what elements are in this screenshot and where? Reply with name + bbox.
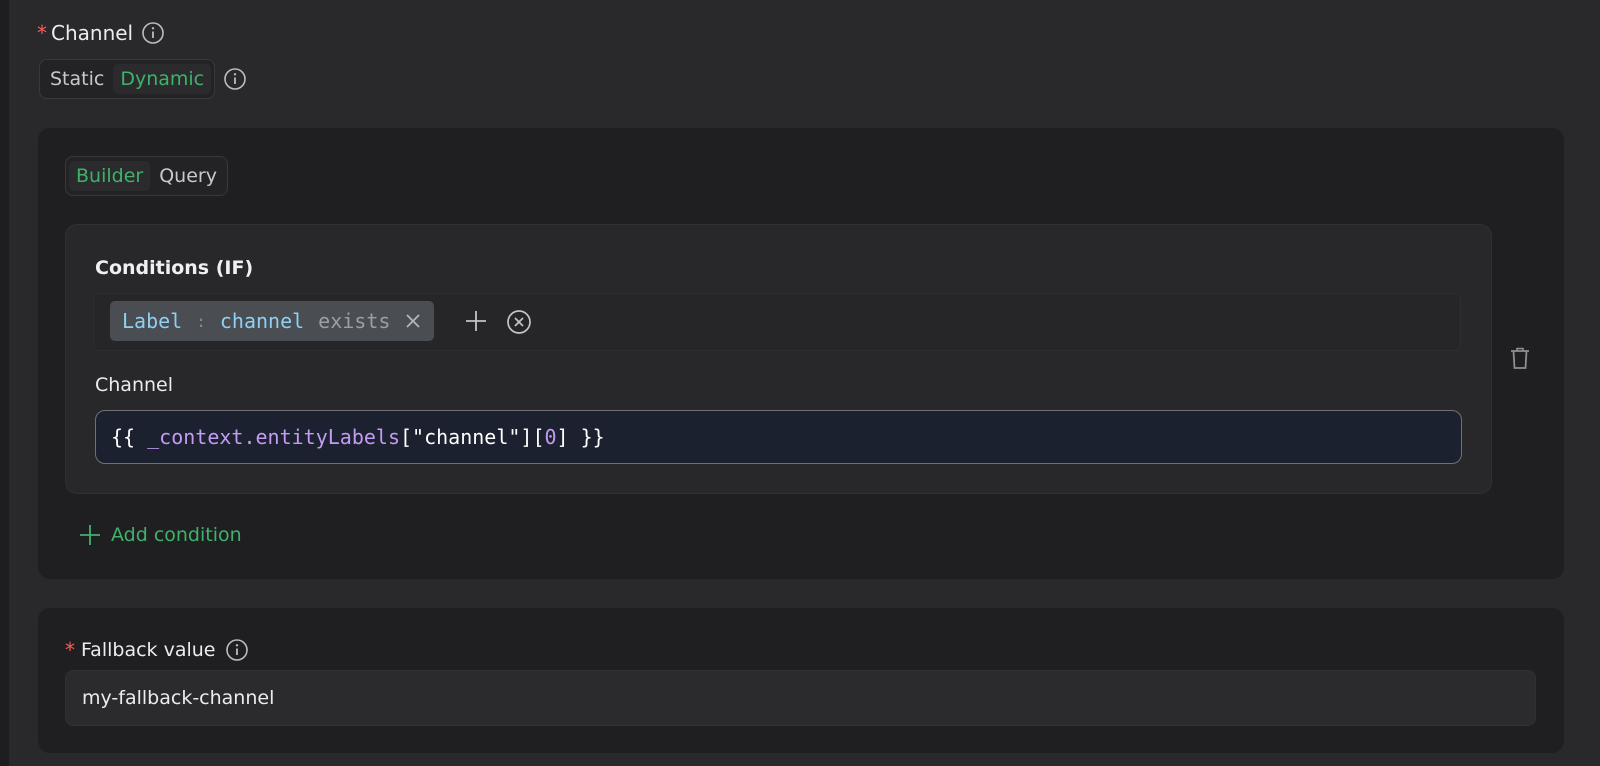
add-filter-plus-icon[interactable] <box>464 309 488 333</box>
add-condition-button[interactable]: Add condition <box>79 524 242 546</box>
left-edge-divider <box>0 0 9 766</box>
builder-query-tabs: Builder Query <box>65 156 228 196</box>
channel-expression-label: Channel <box>95 374 174 396</box>
delete-rule-trash-icon[interactable] <box>1509 346 1531 370</box>
mode-toggle: Static Dynamic <box>39 59 216 99</box>
fallback-value-input[interactable]: my-fallback-channel <box>65 670 1536 726</box>
mode-option-static[interactable]: Static <box>43 64 111 94</box>
fallback-required-marker: * <box>65 638 75 662</box>
expr-dot: . <box>243 425 256 449</box>
condition-chip[interactable]: Label : channel exists <box>110 301 435 341</box>
tab-query[interactable]: Query <box>152 161 224 191</box>
add-condition-plus-icon <box>79 524 101 546</box>
expr-index: 0 <box>544 425 557 449</box>
info-icon[interactable] <box>141 21 165 45</box>
condition-key: Label <box>122 309 183 333</box>
required-marker: * <box>37 21 47 45</box>
remove-condition-icon[interactable] <box>404 312 422 330</box>
fallback-label: Fallback value <box>81 639 216 661</box>
channel-label: Channel <box>51 21 134 45</box>
expr-prop: entityLabels <box>255 425 401 449</box>
expr-open: {{ <box>111 425 148 449</box>
channel-expression-input[interactable]: {{ _context. entityLabels ["channel"][0] }… <box>95 410 1462 464</box>
conditions-title: Conditions (IF) <box>95 257 254 279</box>
condition-separator: : <box>196 311 206 331</box>
condition-operator: exists <box>318 309 391 333</box>
channel-field-label: * Channel <box>37 21 165 45</box>
fallback-info-icon[interactable] <box>225 638 249 662</box>
fallback-field-label: * Fallback value <box>65 638 249 662</box>
expr-context: _context <box>147 425 244 449</box>
expr-mid: ["channel"][ <box>400 425 545 449</box>
mode-info-icon[interactable] <box>223 67 247 91</box>
add-condition-label: Add condition <box>111 524 242 546</box>
condition-value: channel <box>219 309 305 333</box>
clear-conditions-icon[interactable] <box>506 309 532 335</box>
expr-close: ] }} <box>556 425 605 449</box>
tab-builder[interactable]: Builder <box>69 161 151 191</box>
mode-option-dynamic[interactable]: Dynamic <box>113 64 212 94</box>
